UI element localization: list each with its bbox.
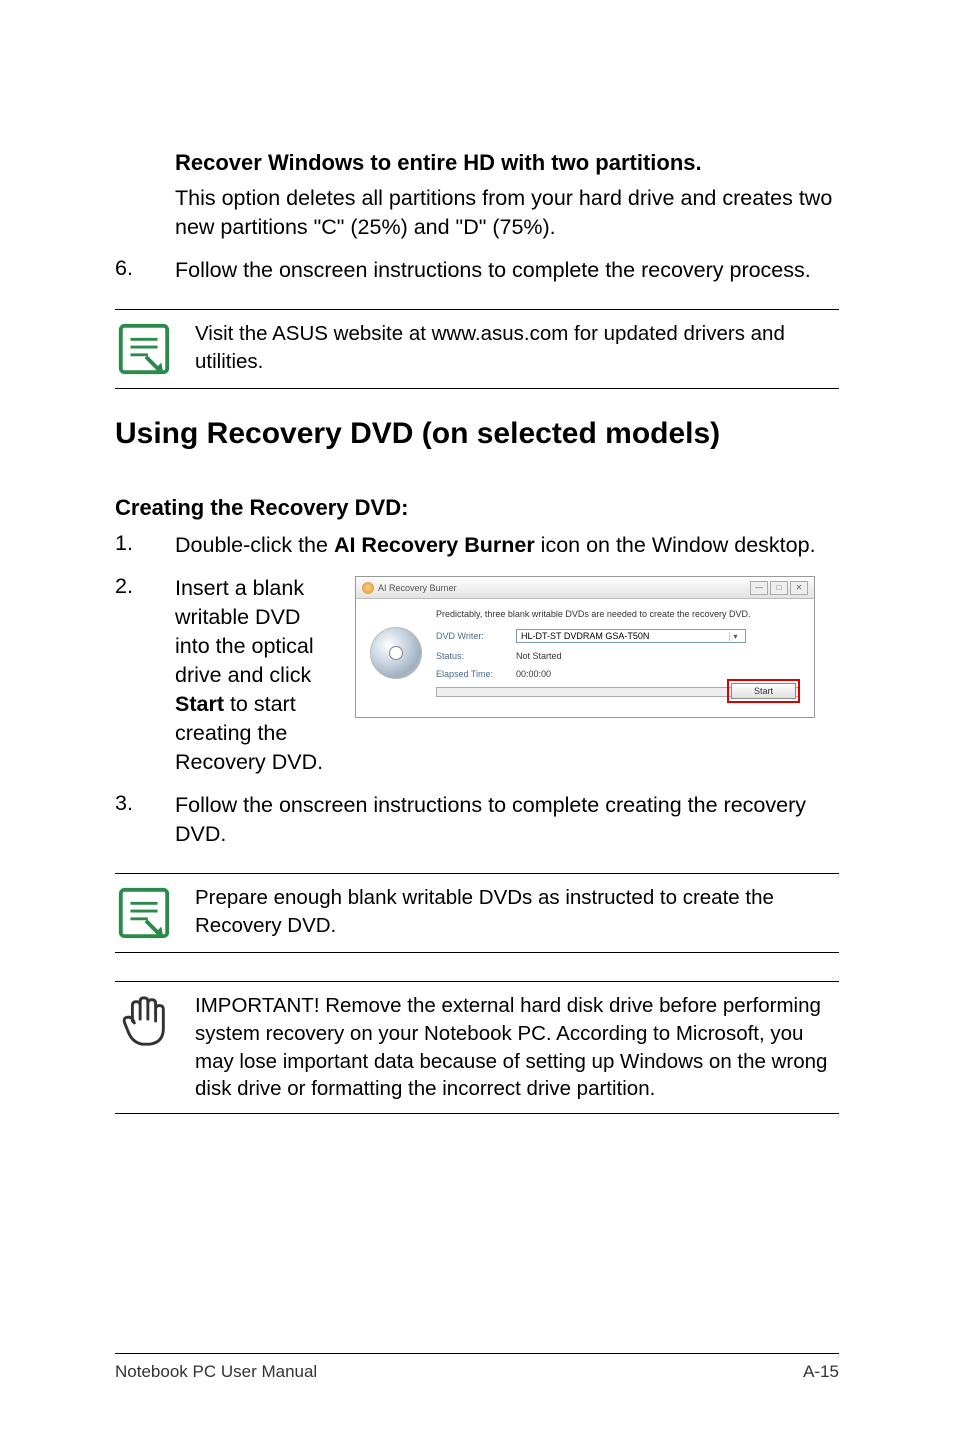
note-drivers: Visit the ASUS website at www.asus.com f…: [115, 309, 839, 389]
step-text: Double-click the AI Recovery Burner icon…: [175, 531, 839, 560]
dvd-writer-dropdown[interactable]: HL-DT-ST DVDRAM GSA-T50N ▾: [516, 629, 746, 643]
elapsed-row: Elapsed Time: 00:00:00: [436, 669, 800, 679]
step-text: Follow the onscreen instructions to comp…: [175, 256, 839, 285]
step-number: 3.: [115, 791, 175, 849]
step-text-prefix: Double-click the: [175, 533, 334, 557]
note-blank-dvds: Prepare enough blank writable DVDs as in…: [115, 873, 839, 953]
start-button-highlight: Start: [727, 679, 800, 703]
dvd-writer-row: DVD Writer: HL-DT-ST DVDRAM GSA-T50N ▾: [436, 629, 800, 643]
option-desc: This option deletes all partitions from …: [115, 184, 839, 242]
elapsed-label: Elapsed Time:: [436, 669, 516, 679]
step-text-bold: Start: [175, 692, 224, 716]
status-row: Status: Not Started: [436, 651, 800, 661]
titlebar-left: AI Recovery Burner: [362, 582, 457, 594]
app-icon: [362, 582, 374, 594]
start-button-wrap: Start: [436, 679, 800, 703]
footer-left: Notebook PC User Manual: [115, 1362, 317, 1382]
step-text-prefix: Insert a blank writable DVD into the opt…: [175, 576, 314, 687]
page-footer: Notebook PC User Manual A-15: [115, 1353, 839, 1382]
close-icon[interactable]: ✕: [790, 581, 808, 595]
window-message: Predictably, three blank writable DVDs a…: [436, 609, 800, 619]
footer-page-number: A-15: [803, 1362, 839, 1382]
window-fields: Predictably, three blank writable DVDs a…: [436, 609, 800, 703]
hand-stop-icon: [115, 992, 173, 1050]
step-1: 1. Double-click the AI Recovery Burner i…: [115, 531, 839, 560]
step-text: Follow the onscreen instructions to comp…: [175, 791, 839, 849]
note-text: Prepare enough blank writable DVDs as in…: [195, 884, 839, 939]
sub-heading-creating: Creating the Recovery DVD:: [115, 495, 839, 521]
note-text: IMPORTANT! Remove the external hard disk…: [195, 992, 839, 1103]
note-icon: [115, 884, 173, 942]
window-body: Predictably, three blank writable DVDs a…: [356, 599, 814, 717]
chevron-down-icon: ▾: [729, 632, 741, 641]
step-text-bold: AI Recovery Burner: [334, 533, 535, 557]
step-number: 1.: [115, 531, 175, 560]
section-heading-recovery-dvd: Using Recovery DVD (on selected models): [115, 417, 839, 451]
step-text-suffix: icon on the Window desktop.: [535, 533, 816, 557]
step-text: Insert a blank writable DVD into the opt…: [175, 574, 335, 777]
dvd-writer-value: HL-DT-ST DVDRAM GSA-T50N: [521, 631, 649, 641]
window-titlebar: AI Recovery Burner — □ ✕: [356, 577, 814, 599]
option-heading: Recover Windows to entire HD with two pa…: [115, 150, 839, 176]
dvd-writer-label: DVD Writer:: [436, 631, 516, 641]
maximize-icon[interactable]: □: [770, 581, 788, 595]
elapsed-value: 00:00:00: [516, 669, 551, 679]
step-2: 2. Insert a blank writable DVD into the …: [115, 574, 839, 777]
minimize-icon[interactable]: —: [750, 581, 768, 595]
start-button[interactable]: Start: [731, 683, 796, 699]
note-icon: [115, 320, 173, 378]
step-3: 3. Follow the onscreen instructions to c…: [115, 791, 839, 849]
ai-recovery-burner-window: AI Recovery Burner — □ ✕ Predictably, th…: [355, 576, 815, 718]
step-number: 6.: [115, 256, 175, 285]
disc-icon: [370, 627, 422, 679]
note-important: IMPORTANT! Remove the external hard disk…: [115, 981, 839, 1114]
step-number: 2.: [115, 574, 175, 777]
window-title: AI Recovery Burner: [378, 583, 457, 593]
status-label: Status:: [436, 651, 516, 661]
note-text: Visit the ASUS website at www.asus.com f…: [195, 320, 839, 375]
status-value: Not Started: [516, 651, 562, 661]
window-controls: — □ ✕: [750, 581, 808, 595]
step-6: 6. Follow the onscreen instructions to c…: [115, 256, 839, 285]
